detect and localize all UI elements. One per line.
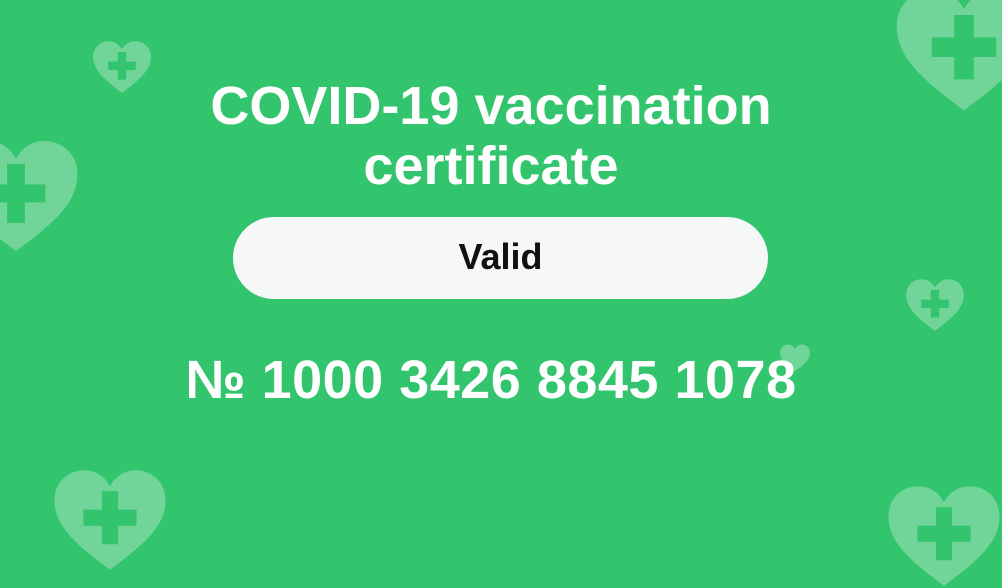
certificate-title-line2: certificate bbox=[363, 136, 619, 196]
heart-cross-icon bbox=[52, 468, 168, 572]
heart-cross-icon bbox=[904, 278, 966, 332]
certificate-title: COVID-19 vaccination certificate bbox=[0, 76, 982, 196]
certificate-title-line1: COVID-19 vaccination bbox=[210, 76, 772, 136]
heart-cross-icon bbox=[886, 484, 1002, 588]
status-text: Valid bbox=[458, 236, 543, 277]
certificate-number: № 1000 3426 8845 1078 bbox=[185, 350, 797, 410]
status-badge: Valid bbox=[233, 217, 768, 299]
